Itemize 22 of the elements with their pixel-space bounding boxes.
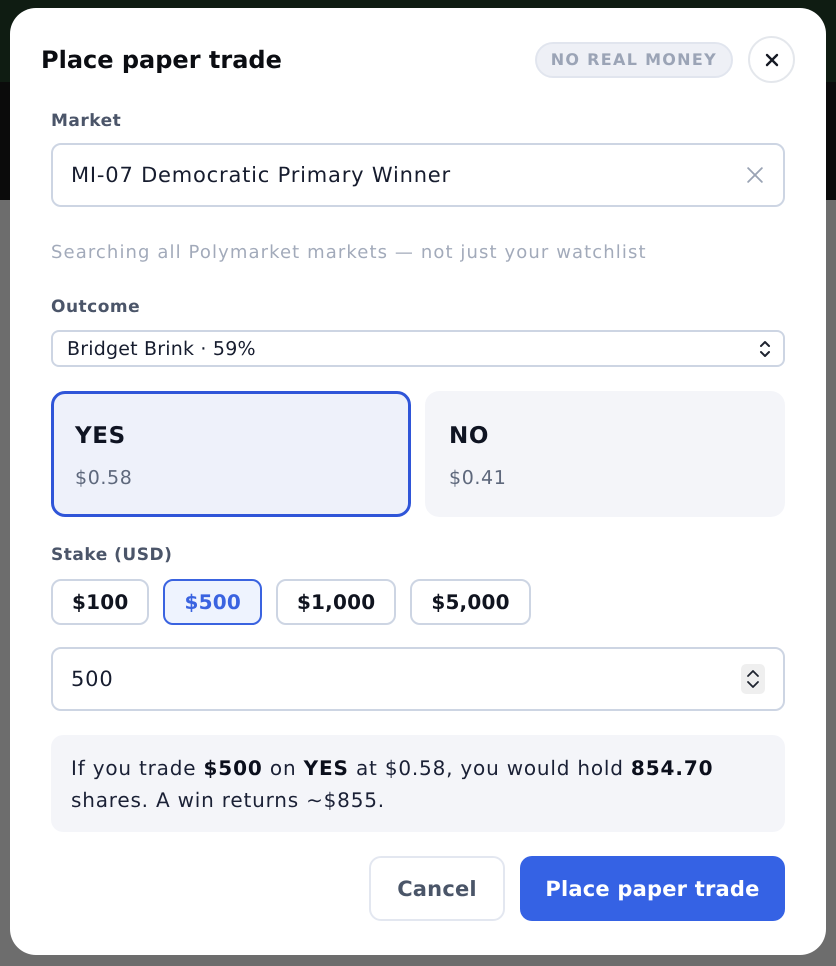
up-down-chevron-icon bbox=[759, 340, 771, 358]
side-option[interactable]: YES $0.58 bbox=[51, 391, 411, 517]
close-icon bbox=[764, 52, 778, 66]
stake-preset-button[interactable]: $5,000 bbox=[410, 579, 531, 625]
stake-amount-field[interactable]: 500 bbox=[51, 647, 785, 711]
field-label: Outcome bbox=[51, 296, 142, 318]
field-label: Stake (USD) bbox=[51, 544, 174, 566]
close-button[interactable] bbox=[748, 36, 795, 83]
no-real-money-badge: NO REAL MONEY bbox=[534, 42, 733, 78]
stake-preset-button[interactable]: $500 bbox=[163, 579, 262, 625]
stake-preset-button[interactable]: $1,000 bbox=[276, 579, 396, 625]
field-label: Market bbox=[51, 110, 122, 132]
outcome-select[interactable]: Bridget Brink · 59% bbox=[51, 330, 785, 367]
cancel-button[interactable]: Cancel bbox=[369, 856, 505, 921]
market-search-field[interactable]: MI-07 Democratic Primary Winner bbox=[51, 143, 785, 207]
side-option[interactable]: NO $0.41 bbox=[425, 391, 785, 517]
trade-summary: If you trade $500 on YES at $0.58, you would hold 854.70 shares. A win returns ~$855. bbox=[51, 735, 785, 832]
stake-preset-button[interactable]: $100 bbox=[51, 579, 150, 625]
helper-text: Searching all Polymarket markets — not just your watchlist bbox=[51, 242, 648, 264]
stepper-arrows-icon[interactable] bbox=[741, 664, 765, 694]
dialog-title: Place paper trade bbox=[41, 46, 282, 74]
place-trade-button[interactable]: Place paper trade bbox=[520, 856, 785, 921]
